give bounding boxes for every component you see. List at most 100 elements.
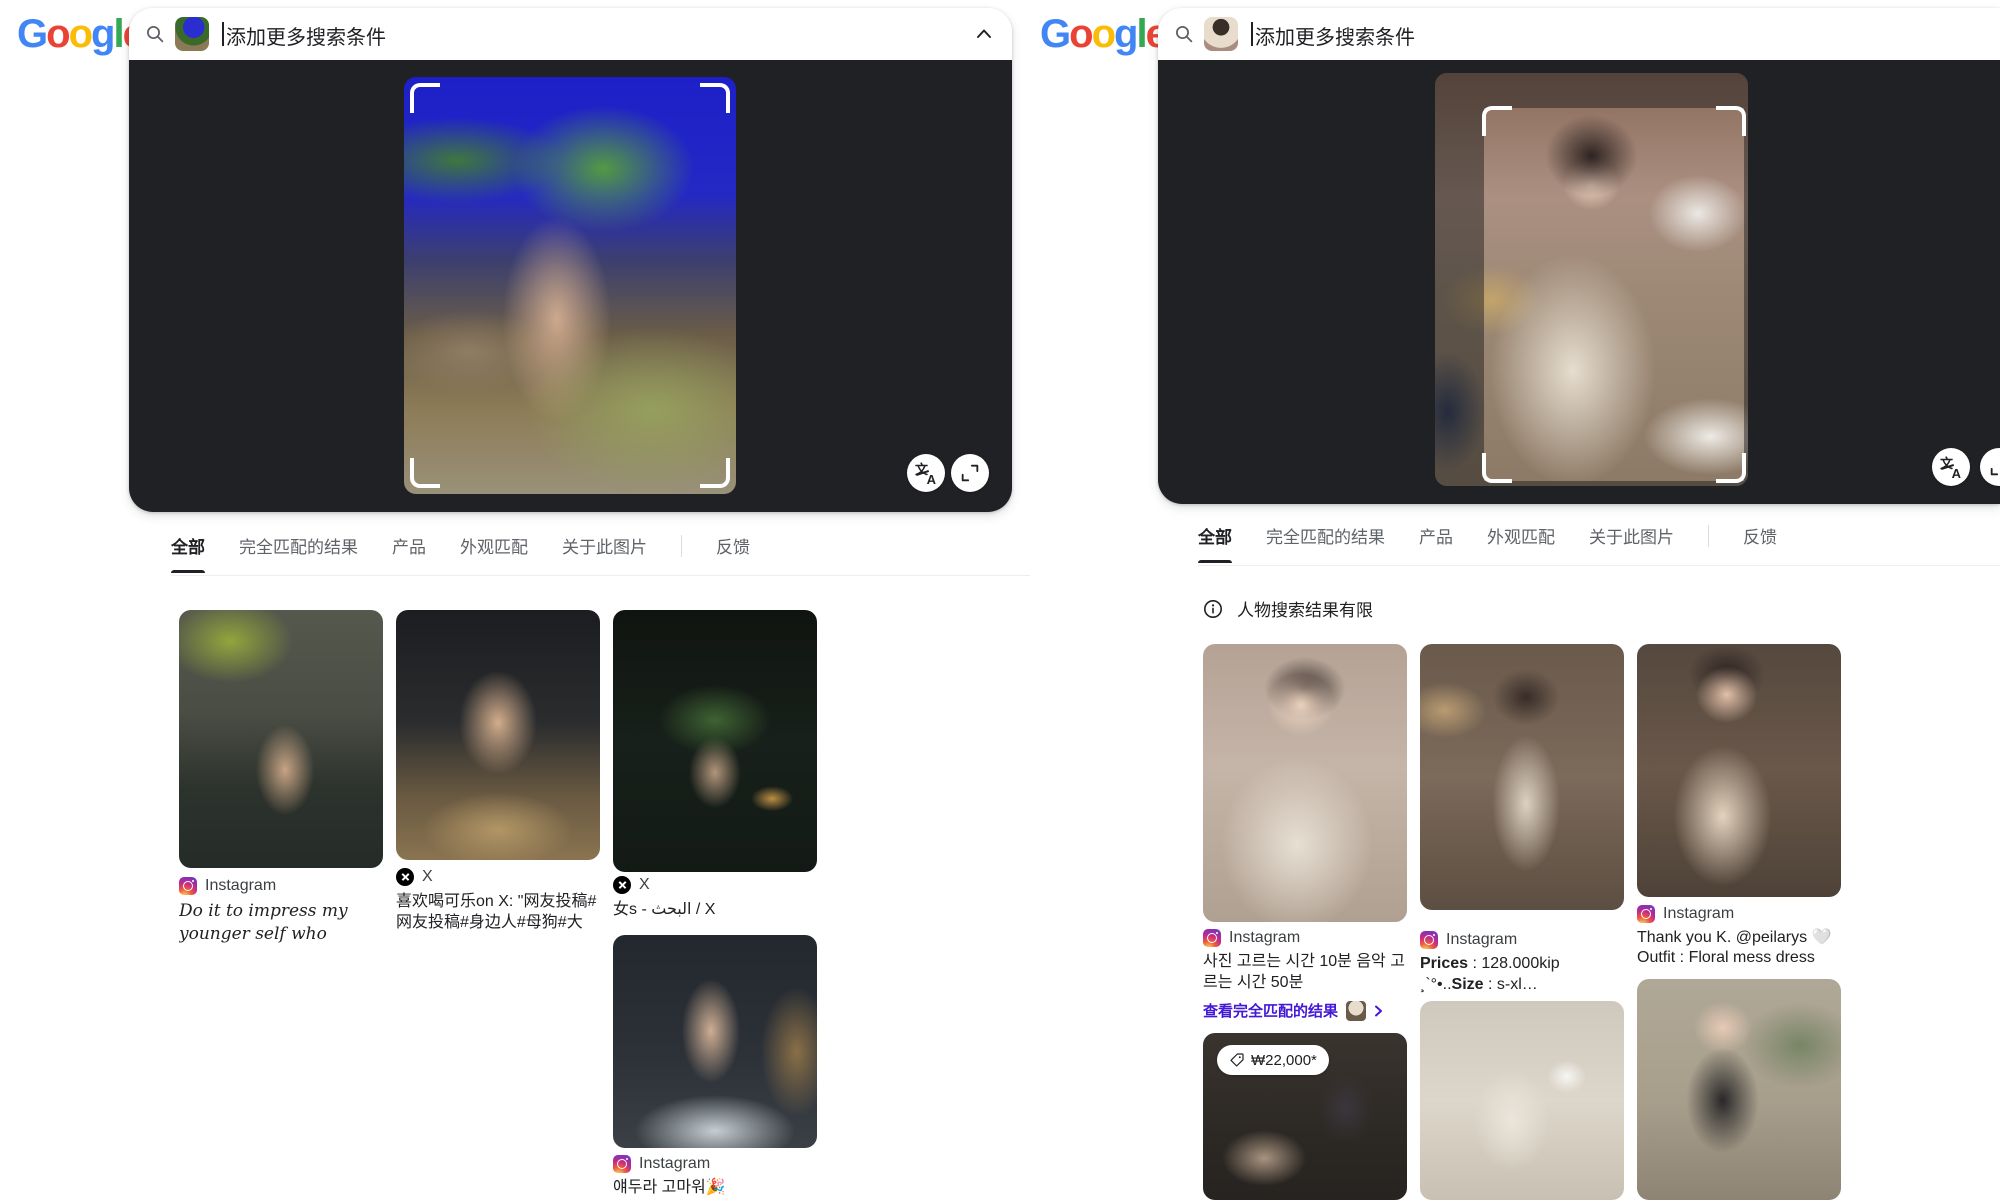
result-image[interactable] — [396, 610, 600, 860]
expand-search-button[interactable] — [951, 454, 989, 492]
notice-text: 人物搜索结果有限 — [1237, 596, 1373, 621]
chevron-right-icon — [1374, 1005, 1383, 1017]
logo-letter: G — [17, 12, 46, 56]
tab-products[interactable]: 产品 — [392, 533, 426, 573]
query-image-thumbnail[interactable] — [1204, 17, 1238, 51]
crop-handle-bottom-right[interactable] — [700, 458, 730, 488]
search-bar[interactable]: 添加更多搜索条件 — [129, 8, 1012, 60]
tab-visual-matches[interactable]: 外观匹配 — [1487, 523, 1555, 563]
price-tag-icon — [1229, 1052, 1245, 1068]
logo-letter: o — [1069, 12, 1091, 56]
result-source[interactable]: Instagram — [1203, 929, 1300, 947]
crop-handle-top-left[interactable] — [410, 83, 440, 113]
search-bar[interactable]: 添加更多搜索条件 — [1158, 8, 2000, 60]
tab-exact-matches[interactable]: 完全匹配的结果 — [1266, 523, 1385, 563]
instagram-icon — [1637, 905, 1655, 923]
result-caption[interactable]: 喜欢喝可乐on X: "网友投稿#网友投稿#身边人#母狗#大奶… — [396, 891, 600, 934]
search-query-input[interactable]: 添加更多搜索条件 — [1255, 21, 1415, 50]
crop-handle-top-right[interactable] — [700, 83, 730, 113]
logo-letter: o — [46, 12, 68, 56]
result-image[interactable] — [613, 610, 817, 872]
results-tabbar: 全部 完全匹配的结果 产品 外观匹配 关于此图片 反馈 — [1198, 523, 2000, 566]
result-image[interactable] — [1637, 644, 1841, 897]
results-tabbar: 全部 完全匹配的结果 产品 外观匹配 关于此图片 反馈 — [171, 533, 1030, 576]
see-exact-matches-link[interactable]: 查看完全匹配的结果 — [1203, 1000, 1383, 1021]
tab-feedback[interactable]: 反馈 — [1743, 523, 1777, 563]
instagram-icon — [1203, 929, 1221, 947]
source-label: Instagram — [1663, 905, 1734, 923]
source-label: X — [422, 868, 433, 886]
crop-handle-bottom-left[interactable] — [410, 458, 440, 488]
x-icon — [613, 876, 631, 894]
crop-region[interactable] — [412, 85, 728, 486]
result-caption[interactable]: 사진 고르는 시간 10분 음악 고르는 시간 50분 — [1203, 951, 1407, 994]
text-caret — [222, 22, 224, 46]
tab-all[interactable]: 全部 — [171, 533, 205, 573]
result-source[interactable]: Instagram — [1637, 905, 1734, 923]
crop-region[interactable] — [1484, 108, 1744, 481]
lens-panel: 添加更多搜索条件 文 A — [129, 8, 1012, 512]
expand-icon — [959, 462, 981, 484]
query-image[interactable] — [404, 77, 736, 494]
result-image[interactable] — [613, 935, 817, 1148]
image-viewer: 文 A — [1158, 60, 2000, 504]
tab-visual-matches[interactable]: 外观匹配 — [460, 533, 528, 573]
search-query-input[interactable]: 添加更多搜索条件 — [226, 21, 386, 50]
result-caption[interactable]: Prices : 128.000kip ¸`°•..Size : s-xl… — [1420, 953, 1624, 996]
price-badge: ₩22,000* — [1217, 1045, 1329, 1075]
result-caption[interactable]: Thank you K. @peilarys 🤍✨ — [1637, 927, 1841, 949]
translate-button[interactable]: 文 A — [907, 454, 945, 492]
result-source[interactable]: Instagram — [179, 877, 276, 895]
logo-letter: l — [113, 12, 122, 56]
result-image[interactable] — [179, 610, 383, 868]
tab-products[interactable]: 产品 — [1419, 523, 1453, 563]
google-logo[interactable]: Google — [17, 12, 143, 56]
crop-handle-top-right[interactable] — [1716, 106, 1746, 136]
result-source[interactable]: Instagram — [613, 1155, 710, 1173]
logo-letter: o — [69, 12, 91, 56]
result-caption[interactable]: 얘두라 고마워🎉 — [613, 1177, 817, 1199]
result-image[interactable] — [1203, 644, 1407, 922]
result-source[interactable]: Instagram — [1420, 931, 1517, 949]
chevron-up-icon[interactable] — [972, 22, 996, 46]
caption-bold: Size — [1452, 976, 1484, 993]
result-image[interactable] — [1420, 1001, 1624, 1200]
price-text: ₩22,000* — [1251, 1052, 1317, 1069]
expand-search-button[interactable] — [1980, 448, 2000, 486]
crop-handle-bottom-right[interactable] — [1716, 453, 1746, 483]
tab-feedback[interactable]: 反馈 — [716, 533, 750, 573]
link-label: 查看完全匹配的结果 — [1203, 1000, 1338, 1021]
translate-button[interactable]: 文 A — [1932, 448, 1970, 486]
result-caption[interactable]: 女s - البحث / X — [613, 899, 817, 921]
translate-latin-glyph: A — [927, 472, 936, 487]
crop-handle-top-left[interactable] — [1482, 106, 1512, 136]
instagram-icon — [1420, 931, 1438, 949]
logo-letter: o — [1092, 12, 1114, 56]
tab-divider — [1708, 525, 1709, 547]
result-source[interactable]: X — [396, 868, 433, 886]
result-image[interactable] — [1637, 979, 1841, 1200]
tab-about-image[interactable]: 关于此图片 — [562, 533, 647, 573]
result-source[interactable]: X — [613, 876, 650, 894]
image-viewer: 文 A — [129, 60, 1012, 512]
result-caption[interactable]: Do it to impress my younger self who tho… — [179, 900, 383, 947]
crop-handle-bottom-left[interactable] — [1482, 453, 1512, 483]
google-logo[interactable]: Google — [1040, 12, 1166, 56]
logo-letter: g — [91, 12, 113, 56]
tab-about-image[interactable]: 关于此图片 — [1589, 523, 1674, 563]
link-thumbnail — [1346, 1001, 1366, 1021]
logo-letter: G — [1040, 12, 1069, 56]
translate-icon: 文 A — [915, 462, 937, 484]
result-caption[interactable]: Outfit : Floral mess dress spec… — [1637, 947, 1841, 969]
text-caret — [1251, 22, 1253, 46]
tab-exact-matches[interactable]: 完全匹配的结果 — [239, 533, 358, 573]
query-image-thumbnail[interactable] — [175, 17, 209, 51]
people-results-notice: 人物搜索结果有限 — [1203, 596, 1373, 621]
result-image[interactable]: ₩22,000* — [1203, 1033, 1407, 1200]
source-label: Instagram — [1446, 931, 1517, 949]
result-image[interactable] — [1420, 644, 1624, 910]
logo-letter: l — [1136, 12, 1145, 56]
tab-all[interactable]: 全部 — [1198, 523, 1232, 563]
query-image[interactable] — [1435, 73, 1748, 486]
tab-divider — [681, 535, 682, 557]
